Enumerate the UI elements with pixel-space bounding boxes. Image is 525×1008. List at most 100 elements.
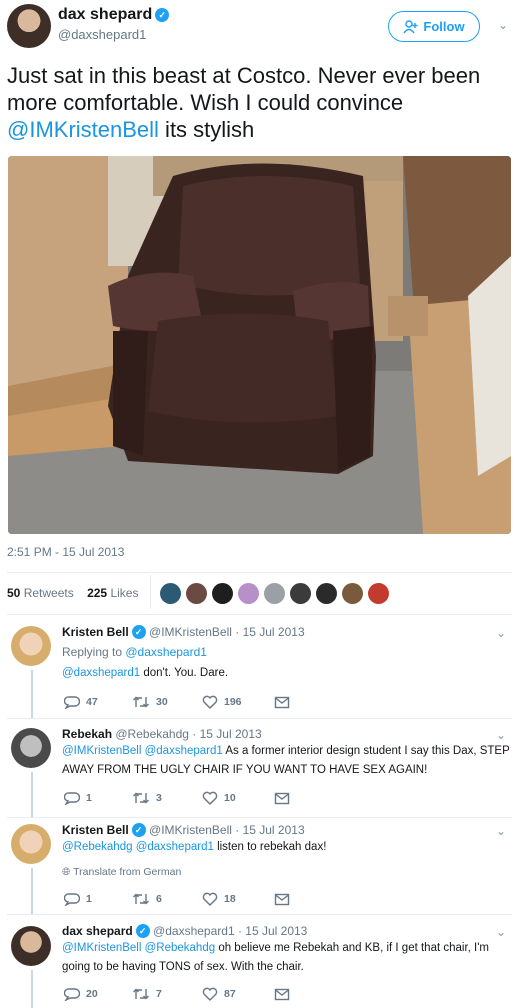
retweets-label: Retweets <box>23 586 74 600</box>
mail-icon <box>274 792 290 805</box>
retweet-icon <box>133 893 149 905</box>
reply-tweet[interactable]: Rebekah @Rebekahdg · 15 Jul 2013 ⌄ @IMKr… <box>0 720 525 818</box>
reply-date: · 15 Jul 2013 <box>235 625 305 639</box>
avatar[interactable] <box>11 824 51 864</box>
mail-icon <box>274 696 290 709</box>
reply-actions: 1 3 10 <box>62 791 512 807</box>
chevron-down-icon[interactable]: ⌄ <box>496 824 506 838</box>
reply-button[interactable]: 47 <box>64 695 98 709</box>
message-button[interactable] <box>274 987 290 1001</box>
reply-body: listen to rebekah dax! <box>213 841 327 853</box>
reply-author-name: Rebekah <box>62 727 113 741</box>
retweet-button[interactable]: 7 <box>132 987 162 1001</box>
verified-icon: ✓ <box>131 625 146 639</box>
recliner-photo <box>8 156 511 534</box>
mention-link[interactable]: @IMKristenBell @daxshepard1 <box>62 745 223 757</box>
tweet-stats: 50 Retweets 225 Likes <box>7 586 138 600</box>
chevron-down-icon[interactable]: ⌄ <box>496 728 506 742</box>
liker-avatar[interactable] <box>212 583 233 604</box>
chevron-down-icon[interactable]: ⌄ <box>496 925 506 939</box>
reply-count: 1 <box>86 893 92 905</box>
reply-author-name: Kristen Bell <box>62 625 129 639</box>
like-button[interactable]: 10 <box>202 791 236 805</box>
mention-link[interactable]: @IMKristenBell @Rebekahdg <box>62 942 215 954</box>
reply-author-name: Kristen Bell <box>62 823 129 837</box>
reply-text: @IMKristenBell @daxshepard1 As a former … <box>62 742 512 780</box>
reply-author[interactable]: Kristen Bell ✓ @IMKristenBell · 15 Jul 20… <box>62 625 305 639</box>
retweet-button[interactable]: 6 <box>132 892 162 906</box>
mention-link[interactable]: @daxshepard1 <box>125 645 207 659</box>
reply-count: 1 <box>86 792 92 804</box>
avatar[interactable] <box>11 728 51 768</box>
divider <box>7 572 512 573</box>
liker-avatar[interactable] <box>186 583 207 604</box>
reply-author[interactable]: Rebekah @Rebekahdg · 15 Jul 2013 <box>62 727 262 741</box>
reply-date: · 15 Jul 2013 <box>192 727 262 741</box>
chevron-down-icon[interactable]: ⌄ <box>496 626 506 640</box>
reply-author[interactable]: Kristen Bell ✓ @IMKristenBell · 15 Jul 20… <box>62 823 305 837</box>
author-name[interactable]: dax shepard ✓ <box>58 6 170 24</box>
reply-button[interactable]: 20 <box>64 987 98 1001</box>
reply-button[interactable]: 1 <box>64 892 92 906</box>
reply-author[interactable]: dax shepard ✓ @daxshepard1 · 15 Jul 2013 <box>62 924 307 938</box>
reply-actions: 47 30 196 <box>62 695 512 711</box>
tweet-photo[interactable] <box>8 156 511 534</box>
message-button[interactable] <box>274 892 290 906</box>
author-handle[interactable]: @daxshepard1 <box>58 27 146 42</box>
author-name-text[interactable]: dax shepard <box>58 6 152 23</box>
chevron-down-icon[interactable]: ⌄ <box>498 18 508 32</box>
heart-icon <box>202 695 218 709</box>
message-button[interactable] <box>274 695 290 709</box>
liker-avatar[interactable] <box>368 583 389 604</box>
reply-author-name: dax shepard <box>62 924 133 938</box>
replying-to: Replying to @daxshepard1 <box>62 645 207 659</box>
reply-count: 47 <box>86 696 98 708</box>
like-button[interactable]: 87 <box>202 987 236 1001</box>
liker-avatar[interactable] <box>264 583 285 604</box>
reply-tweet[interactable]: Kristen Bell ✓ @IMKristenBell · 15 Jul 20… <box>0 819 525 914</box>
retweet-count: 6 <box>156 893 162 905</box>
avatar[interactable] <box>7 4 51 48</box>
likes-label: Likes <box>110 586 139 600</box>
divider <box>150 575 151 609</box>
like-button[interactable]: 196 <box>202 695 242 709</box>
reply-author-handle: @IMKristenBell <box>149 625 232 639</box>
retweets-stat[interactable]: 50 Retweets <box>7 586 74 600</box>
translate-link[interactable]: 🌐︎ Translate from German <box>62 866 181 879</box>
tweet-timestamp[interactable]: 2:51 PM - 15 Jul 2013 <box>7 545 124 559</box>
reply-text: @daxshepard1 don't. You. Dare. <box>62 664 512 683</box>
reply-tweet[interactable]: dax shepard ✓ @daxshepard1 · 15 Jul 2013 … <box>0 916 525 1008</box>
reply-tweet[interactable]: Kristen Bell ✓ @IMKristenBell · 15 Jul 20… <box>0 620 525 718</box>
liker-avatar[interactable] <box>160 583 181 604</box>
mention-link[interactable]: @daxshepard1 <box>62 667 140 679</box>
thread-line <box>31 670 33 718</box>
heart-icon <box>202 791 218 805</box>
liker-avatar[interactable] <box>238 583 259 604</box>
heart-icon <box>202 892 218 906</box>
retweet-count: 7 <box>156 988 162 1000</box>
reply-button[interactable]: 1 <box>64 791 92 805</box>
retweet-count: 3 <box>156 792 162 804</box>
mention-link[interactable]: @IMKristenBell <box>7 117 159 142</box>
follow-button[interactable]: Follow <box>388 11 480 42</box>
tweet-text: Just sat in this beast at Costco. Never … <box>7 62 512 143</box>
avatar[interactable] <box>11 926 51 966</box>
like-button[interactable]: 18 <box>202 892 236 906</box>
avatar[interactable] <box>11 626 51 666</box>
message-button[interactable] <box>274 791 290 805</box>
mention-link[interactable]: @Rebekahdg @daxshepard1 <box>62 841 214 853</box>
verified-icon: ✓ <box>155 8 170 22</box>
liker-avatar[interactable] <box>342 583 363 604</box>
retweet-icon <box>133 696 149 708</box>
verified-icon: ✓ <box>135 924 150 938</box>
reply-icon <box>64 988 80 1001</box>
likes-stat[interactable]: 225 Likes <box>87 586 138 600</box>
retweet-icon <box>133 988 149 1000</box>
liker-avatar[interactable] <box>290 583 311 604</box>
divider <box>7 914 512 915</box>
liker-avatar[interactable] <box>316 583 337 604</box>
reply-icon <box>64 792 80 805</box>
retweet-button[interactable]: 30 <box>132 695 168 709</box>
retweet-button[interactable]: 3 <box>132 791 162 805</box>
globe-icon: 🌐︎ <box>62 866 71 878</box>
